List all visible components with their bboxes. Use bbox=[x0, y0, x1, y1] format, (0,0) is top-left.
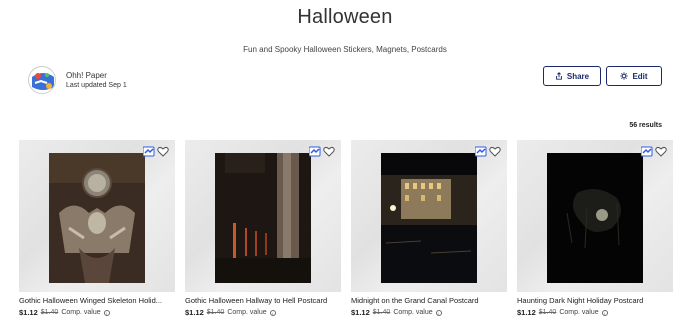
price-row: $1.12 $1.40 Comp. value i bbox=[351, 308, 507, 317]
share-icon bbox=[555, 72, 562, 80]
share-button[interactable]: Share bbox=[543, 66, 601, 86]
info-icon[interactable]: i bbox=[435, 309, 442, 316]
comp-value-label: Comp. value bbox=[559, 309, 599, 316]
product-title[interactable]: Gothic Halloween Hallway to Hell Postcar… bbox=[185, 296, 341, 305]
comp-value-label: Comp. value bbox=[393, 309, 433, 316]
original-price: $1.40 bbox=[206, 309, 225, 316]
product-title[interactable]: Midnight on the Grand Canal Postcard bbox=[351, 296, 507, 305]
last-updated: Last updated Sep 1 bbox=[66, 81, 127, 89]
product-image bbox=[215, 153, 311, 283]
product-card[interactable]: Haunting Dark Night Holiday Postcard $1.… bbox=[517, 140, 673, 317]
original-price: $1.40 bbox=[372, 309, 391, 316]
product-card[interactable]: Gothic Halloween Hallway to Hell Postcar… bbox=[185, 140, 341, 317]
collection-badge-icon[interactable] bbox=[143, 146, 155, 157]
original-price: $1.40 bbox=[538, 309, 557, 316]
results-count: 56 results bbox=[629, 122, 662, 129]
heart-icon[interactable] bbox=[655, 146, 667, 157]
product-card[interactable]: Midnight on the Grand Canal Postcard $1.… bbox=[351, 140, 507, 317]
product-title[interactable]: Haunting Dark Night Holiday Postcard bbox=[517, 296, 673, 305]
info-icon[interactable]: i bbox=[103, 309, 110, 316]
product-image bbox=[49, 153, 145, 283]
info-icon[interactable]: i bbox=[601, 309, 608, 316]
page-subtitle: Fun and Spooky Halloween Stickers, Magne… bbox=[243, 45, 447, 54]
info-icon[interactable]: i bbox=[269, 309, 276, 316]
heart-icon[interactable] bbox=[489, 146, 501, 157]
owner-name[interactable]: Ohh! Paper bbox=[66, 70, 127, 81]
comp-value-label: Comp. value bbox=[227, 309, 267, 316]
product-thumbnail[interactable] bbox=[351, 140, 507, 292]
product-image bbox=[381, 153, 477, 283]
edit-label: Edit bbox=[632, 71, 648, 81]
price-row: $1.12 $1.40 Comp. value i bbox=[517, 308, 673, 317]
gear-icon bbox=[620, 72, 629, 80]
edit-button[interactable]: Edit bbox=[606, 66, 662, 86]
product-image bbox=[547, 153, 643, 283]
product-price: $1.12 bbox=[517, 308, 536, 317]
product-card[interactable]: Gothic Halloween Winged Skeleton Holid..… bbox=[19, 140, 175, 317]
collection-badge-icon[interactable] bbox=[641, 146, 653, 157]
product-price: $1.12 bbox=[351, 308, 370, 317]
avatar[interactable] bbox=[28, 66, 56, 94]
original-price: $1.40 bbox=[40, 309, 59, 316]
product-price: $1.12 bbox=[19, 308, 38, 317]
page-title: Halloween bbox=[297, 6, 393, 28]
collection-badge-icon[interactable] bbox=[309, 146, 321, 157]
product-thumbnail[interactable] bbox=[185, 140, 341, 292]
price-row: $1.12 $1.40 Comp. value i bbox=[19, 308, 175, 317]
product-price: $1.12 bbox=[185, 308, 204, 317]
product-thumbnail[interactable] bbox=[517, 140, 673, 292]
collection-badge-icon[interactable] bbox=[475, 146, 487, 157]
owner-info: Ohh! Paper Last updated Sep 1 bbox=[28, 66, 127, 94]
product-thumbnail[interactable] bbox=[19, 140, 175, 292]
comp-value-label: Comp. value bbox=[61, 309, 101, 316]
price-row: $1.12 $1.40 Comp. value i bbox=[185, 308, 341, 317]
product-title[interactable]: Gothic Halloween Winged Skeleton Holid..… bbox=[19, 296, 175, 305]
heart-icon[interactable] bbox=[157, 146, 169, 157]
share-label: Share bbox=[566, 71, 590, 81]
heart-icon[interactable] bbox=[323, 146, 335, 157]
